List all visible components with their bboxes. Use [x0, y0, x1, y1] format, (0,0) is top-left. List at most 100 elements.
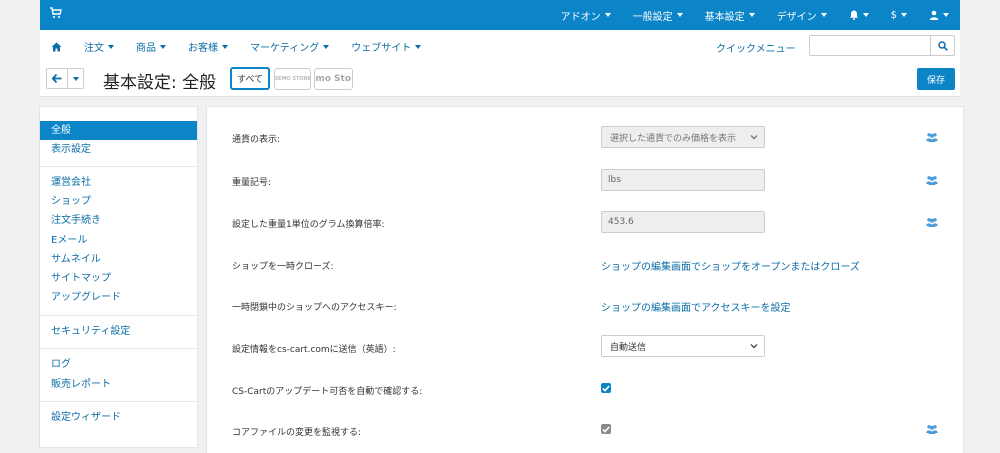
chevron-down-icon	[415, 44, 422, 49]
page-header: 基本設定: 全般 すべて DEMO STORE emo Sto 保存	[40, 63, 960, 97]
sidebar-item-upgrade[interactable]: アップグレード	[40, 288, 197, 307]
menu-orders-label: 注文	[84, 43, 104, 54]
access-key-link[interactable]: ショップの編集画面でアクセスキーを設定	[601, 299, 791, 314]
chevron-down-icon	[820, 13, 827, 17]
home-icon	[51, 42, 62, 51]
menu-customers-label: お客様	[188, 43, 218, 54]
send-info-select[interactable]: 自動送信	[601, 335, 765, 357]
text-input[interactable]: 453.6	[601, 211, 765, 233]
topnav-design[interactable]: デザイン	[766, 8, 838, 23]
select-box[interactable]: 自動送信	[601, 335, 765, 357]
topnav-general-settings[interactable]: 一般設定	[622, 8, 694, 23]
user-icon	[929, 10, 939, 20]
users-icon[interactable]	[926, 175, 938, 185]
back-button[interactable]	[46, 68, 68, 89]
menu-website-label: ウェブサイト	[351, 43, 412, 54]
chevron-down-icon	[160, 44, 166, 49]
sidebar-item-thumbnails[interactable]: サムネイル	[40, 250, 197, 269]
weight-ratio-input[interactable]: 453.6	[601, 211, 765, 233]
chevron-down-icon	[323, 44, 330, 49]
sidebar-item-checkout[interactable]: 注文手続き	[40, 211, 197, 230]
divider	[40, 315, 197, 316]
top-bar: アドオン 一般設定 基本設定 デザイン $	[40, 0, 960, 30]
menu-orders[interactable]: 注文	[73, 39, 125, 54]
chevron-down-icon	[72, 76, 79, 81]
arrow-left-icon	[52, 74, 62, 83]
topnav-basic-settings-label: 基本設定	[704, 11, 745, 23]
setting-label: 一時閉鎖中のショップへのアクセスキー:	[232, 303, 397, 313]
divider	[40, 401, 197, 402]
topnav-design-label: デザイン	[776, 11, 817, 23]
menu-marketing[interactable]: マーケティング	[239, 39, 340, 54]
divider	[40, 166, 197, 167]
page-title: 基本設定: 全般	[103, 73, 217, 93]
sidebar-item-shop[interactable]: ショップ	[40, 192, 197, 211]
sidebar-item-appearance[interactable]: 表示設定	[40, 140, 197, 159]
quick-menu-link[interactable]: クイックメニュー	[716, 40, 796, 55]
select-box[interactable]: 選択した通貨でのみ価格を表示	[601, 126, 765, 148]
topnav-currency-label: $	[890, 9, 897, 21]
topnav-account[interactable]	[918, 10, 960, 20]
settings-panel: 通貨の表示: 選択した通貨でのみ価格を表示 重量記号: lbs 設定した重量1単…	[206, 106, 964, 453]
select-value: 選択した通貨でのみ価格を表示	[610, 133, 737, 144]
topnav-basic-settings[interactable]: 基本設定	[694, 8, 766, 23]
weight-symbol-input[interactable]: lbs	[601, 169, 765, 191]
setting-label: 設定情報をcs-cart.comに送信（英語）:	[232, 345, 396, 355]
users-icon[interactable]	[926, 424, 938, 434]
topnav-addons-label: アドオン	[560, 11, 601, 23]
setting-label: CS-Cartのアップデート可否を自動で確認する:	[232, 387, 423, 397]
chevron-down-icon	[750, 135, 758, 140]
bell-icon	[849, 10, 858, 20]
chevron-down-icon	[750, 344, 758, 349]
chevron-down-icon	[676, 13, 683, 17]
currency-display-select[interactable]: 選択した通貨でのみ価格を表示	[601, 126, 765, 148]
users-icon[interactable]	[926, 217, 938, 227]
text-input[interactable]: lbs	[601, 169, 765, 191]
main-menu: 注文 商品 お客様 マーケティング ウェブサイト	[40, 30, 432, 63]
sidebar-item-company[interactable]: 運営会社	[40, 173, 197, 192]
menu-website[interactable]: ウェブサイト	[340, 39, 432, 54]
sidebar-item-sales-reports[interactable]: 販売レポート	[40, 375, 197, 394]
store-filter-demo-store-2[interactable]: emo Sto	[314, 68, 353, 90]
sidebar-item-security[interactable]: セキュリティ設定	[40, 322, 197, 341]
menu-products[interactable]: 商品	[125, 39, 177, 54]
chevron-down-icon	[943, 13, 949, 17]
monitor-core-files-checkbox[interactable]	[601, 424, 611, 434]
topnav-currency[interactable]: $	[880, 10, 918, 21]
auto-update-checkbox[interactable]	[601, 383, 611, 393]
search-button[interactable]	[931, 35, 955, 56]
sidebar-item-setup-wizard[interactable]: 設定ウィザード	[40, 408, 197, 427]
store-filter-demo-store[interactable]: DEMO STORE	[274, 68, 311, 90]
topnav-notifications[interactable]	[838, 10, 880, 20]
setting-label: 設定した重量1単位のグラム換算倍率:	[232, 220, 385, 230]
menu-customers[interactable]: お客様	[177, 39, 239, 54]
search-input[interactable]	[809, 35, 931, 56]
store-open-close-link[interactable]: ショップの編集画面でショップをオープンまたはクローズ	[601, 258, 860, 273]
sidebar-item-logs[interactable]: ログ	[40, 355, 197, 374]
menu-home[interactable]	[40, 42, 73, 52]
topnav-addons[interactable]: アドオン	[550, 8, 622, 23]
sidebar-item-sitemap[interactable]: サイトマップ	[40, 269, 197, 288]
save-button[interactable]: 保存	[917, 68, 955, 90]
setting-label: 通貨の表示:	[232, 135, 281, 145]
search-icon	[937, 40, 948, 51]
setting-label: 重量記号:	[232, 178, 272, 188]
menu-marketing-label: マーケティング	[250, 43, 320, 54]
check-icon	[602, 425, 610, 433]
store-filter-all[interactable]: すべて	[230, 67, 270, 90]
sidebar-item-email[interactable]: Eメール	[40, 231, 197, 250]
check-icon	[602, 384, 610, 392]
back-dropdown-button[interactable]	[68, 68, 84, 89]
chevron-down-icon	[222, 44, 228, 49]
chevron-down-icon	[108, 44, 114, 49]
main-menu-bar: 注文 商品 お客様 マーケティング ウェブサイト クイックメニュー	[40, 30, 960, 64]
chevron-down-icon	[604, 13, 611, 17]
select-value: 自動送信	[610, 342, 647, 353]
setting-label: コアファイルの変更を監視する:	[232, 428, 362, 438]
cart-icon[interactable]	[50, 7, 62, 19]
users-icon[interactable]	[926, 132, 938, 142]
divider	[40, 348, 197, 349]
top-nav: アドオン 一般設定 基本設定 デザイン $	[550, 0, 960, 30]
setting-label: ショップを一時クローズ:	[232, 262, 334, 272]
sidebar-item-general[interactable]: 全般	[40, 121, 197, 140]
